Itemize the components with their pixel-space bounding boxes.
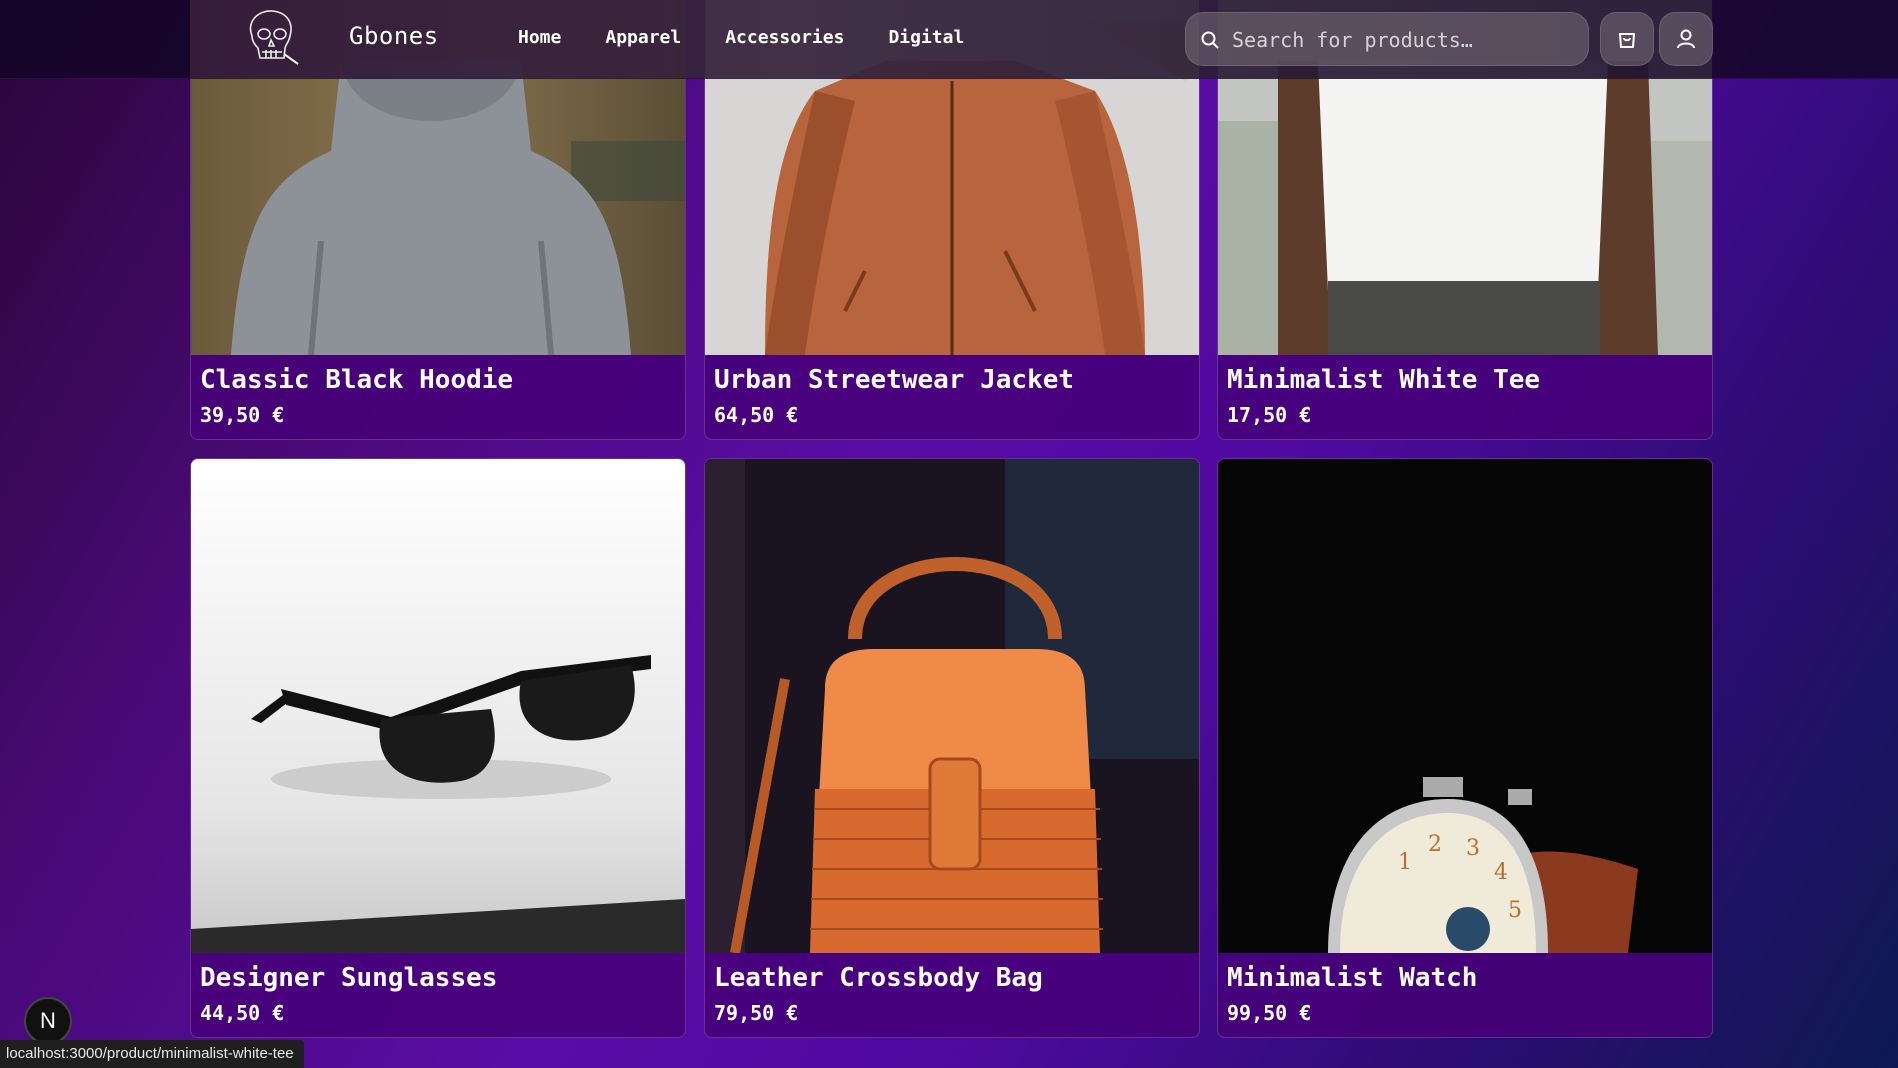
nav-home[interactable]: Home xyxy=(518,27,561,48)
product-name[interactable]: Minimalist Watch xyxy=(1227,963,1477,993)
site-header: Gbones Home Apparel Accessories Digital xyxy=(0,0,1898,79)
svg-text:1: 1 xyxy=(1398,850,1412,875)
product-name[interactable]: Urban Streetwear Jacket xyxy=(714,365,1074,395)
product-price: 64,50 € xyxy=(714,403,799,427)
nav-digital[interactable]: Digital xyxy=(888,27,964,48)
skull-icon[interactable] xyxy=(240,6,300,70)
account-button[interactable] xyxy=(1659,12,1713,66)
product-card[interactable]: 123 45 Minimalist Watch 99,50 € xyxy=(1217,458,1713,1038)
search-input[interactable] xyxy=(1230,21,1574,59)
product-name[interactable]: Designer Sunglasses xyxy=(200,963,497,993)
product-price: 79,50 € xyxy=(714,1001,799,1025)
product-price: 39,50 € xyxy=(200,403,285,427)
svg-text:4: 4 xyxy=(1494,860,1508,885)
nav-apparel[interactable]: Apparel xyxy=(605,27,681,48)
search-bar[interactable] xyxy=(1185,12,1589,66)
search-icon xyxy=(1201,31,1219,49)
product-card[interactable]: Designer Sunglasses 44,50 € xyxy=(190,458,686,1038)
product-name[interactable]: Minimalist White Tee xyxy=(1227,365,1540,395)
user-icon xyxy=(1677,29,1695,49)
product-image-bag[interactable] xyxy=(705,459,1199,953)
product-price: 99,50 € xyxy=(1227,1001,1312,1025)
cart-button[interactable] xyxy=(1600,12,1654,66)
product-name[interactable]: Leather Crossbody Bag xyxy=(714,963,1043,993)
svg-text:3: 3 xyxy=(1466,836,1480,861)
product-name[interactable]: Classic Black Hoodie xyxy=(200,365,513,395)
status-bar-url: localhost:3000/product/minimalist-white-… xyxy=(0,1040,304,1068)
product-image-watch[interactable]: 123 45 xyxy=(1218,459,1712,953)
shopping-bag-icon xyxy=(1619,33,1635,48)
product-card[interactable]: Leather Crossbody Bag 79,50 € xyxy=(704,458,1200,1038)
product-image-sunglasses[interactable] xyxy=(191,459,685,953)
main-nav: Home Apparel Accessories Digital xyxy=(518,27,1008,48)
nav-accessories[interactable]: Accessories xyxy=(725,27,844,48)
svg-text:2: 2 xyxy=(1428,832,1442,857)
svg-text:5: 5 xyxy=(1508,898,1522,923)
product-price: 17,50 € xyxy=(1227,403,1312,427)
nextjs-dev-badge[interactable]: N xyxy=(24,997,72,1045)
product-price: 44,50 € xyxy=(200,1001,285,1025)
brand-name[interactable]: Gbones xyxy=(349,22,439,50)
